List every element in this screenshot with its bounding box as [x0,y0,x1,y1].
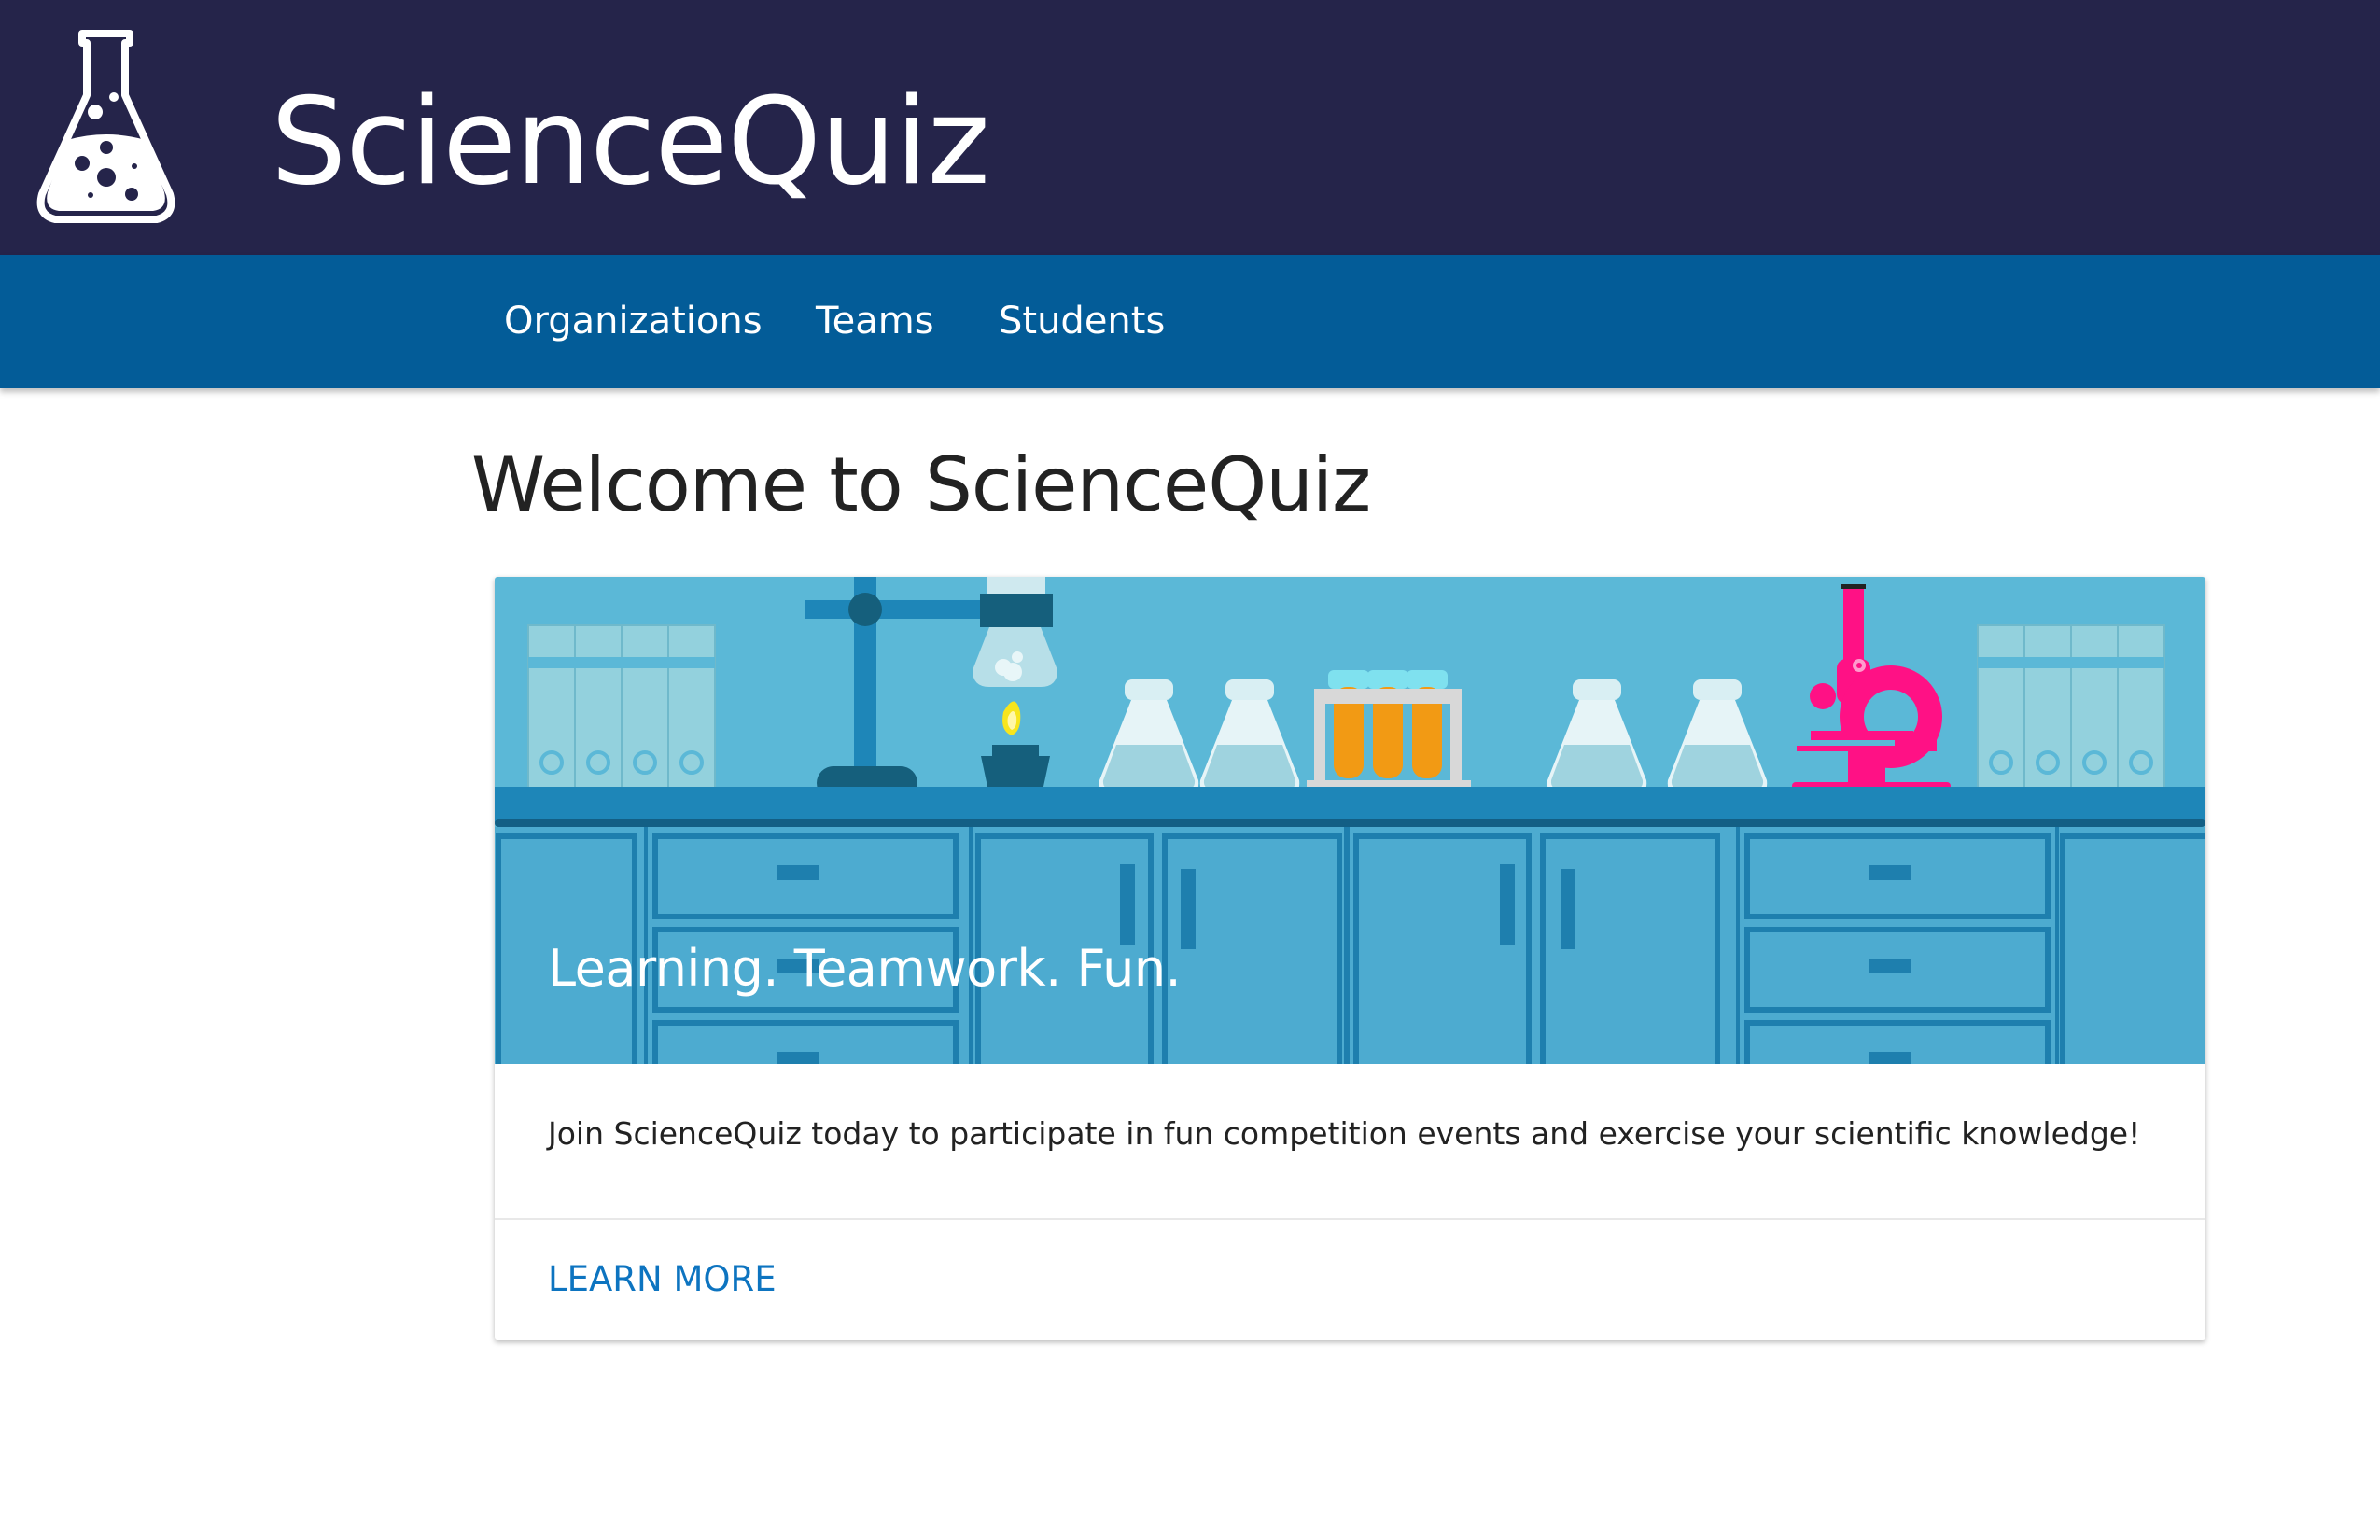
app-title[interactable]: ScienceQuiz [271,73,990,213]
app-header: ScienceQuiz [0,0,2380,255]
learn-more-button[interactable]: LEARN MORE [548,1252,777,1308]
nav-item-teams[interactable]: Teams [816,255,934,388]
hero-caption: Learning. Teamwork. Fun. [548,939,1182,998]
page-title: Welcome to ScienceQuiz [471,441,1371,528]
card-divider [495,1218,2205,1220]
nav-item-students[interactable]: Students [999,255,1165,388]
welcome-card: Learning. Teamwork. Fun. Join ScienceQui… [495,577,2205,1340]
laboratory-illustration: Learning. Teamwork. Fun. [495,577,2205,1064]
flask-icon[interactable] [34,28,178,229]
card-description: Join ScienceQuiz today to participate in… [548,1115,2141,1152]
nav-item-organizations[interactable]: Organizations [504,255,763,388]
main-nav: Organizations Teams Students [0,255,2380,388]
